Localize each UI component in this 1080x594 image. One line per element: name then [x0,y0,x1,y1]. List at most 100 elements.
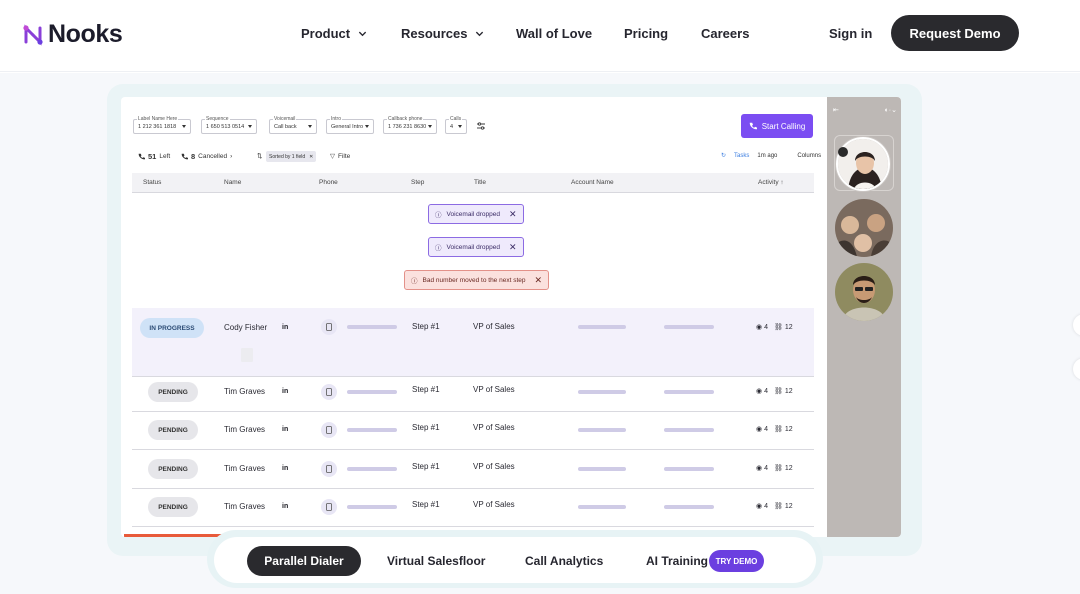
link-icon: ⛓ [774,324,783,331]
dialer-app-screenshot: 1 212 361 1818 Label Name Here 1 650 513… [121,97,901,537]
linkedin-icon[interactable]: in [282,426,288,433]
participant-avatar[interactable] [835,263,893,321]
col-activity[interactable]: Activity ↑ [758,179,784,186]
sequence-field-value: 1 650 513 0514 [206,124,245,130]
tab-virtual-salesfloor[interactable]: Virtual Salesfloor [387,554,485,568]
tab-ai-training[interactable]: AI Training [646,554,708,568]
nav-resources[interactable]: Resources [401,26,484,41]
account-placeholder-bar [578,505,626,509]
tune-settings-icon[interactable] [476,121,486,131]
placeholder-box [241,348,253,362]
close-icon[interactable]: ✕ [509,242,517,253]
table-header: Status Name Phone Step Title Account Nam… [132,173,814,193]
nav-product-label: Product [301,26,351,41]
views-count: 4 [764,502,769,510]
account-placeholder-bar [664,467,714,471]
nav-wall-of-love[interactable]: Wall of Love [516,26,592,41]
col-name[interactable]: Name [224,179,241,186]
try-demo-badge[interactable]: TRY DEMO [709,550,764,572]
sequence-field-label: Sequence [205,116,230,122]
status-badge: PENDING [148,420,198,440]
title-cell: VP of Sales [473,462,515,471]
top-navbar: Nooks Product Resources Wall of Love Pri… [0,0,1080,72]
tab-parallel-dialer[interactable]: Parallel Dialer [247,546,361,576]
mic-icon[interactable]: ◐·⌄ [885,106,897,114]
refresh-icon[interactable]: ↻ [721,152,726,159]
col-phone[interactable]: Phone [319,179,338,186]
links-count: 12 [784,387,793,395]
chevron-down-icon [358,31,367,37]
phone-icon[interactable] [321,422,337,438]
participant-avatar[interactable] [835,199,893,257]
views-count: 4 [764,425,769,433]
account-placeholder-bar [578,390,626,394]
contact-name[interactable]: Cody Fisher [224,323,267,332]
linkedin-icon[interactable]: in [282,465,288,472]
nav-careers[interactable]: Careers [701,26,749,41]
account-placeholder-bar [664,325,714,329]
close-icon[interactable]: ✕ [534,275,542,286]
info-icon: ⓘ [435,245,442,252]
close-icon[interactable]: ✕ [509,209,517,220]
table-row[interactable]: PENDING Tim Graves in Step #1 VP of Sale… [132,412,814,450]
phone-icon[interactable] [321,384,337,400]
nooks-logo[interactable]: Nooks [22,20,123,49]
linkedin-icon[interactable]: in [282,503,288,510]
eye-icon: ◉ [756,426,763,433]
account-placeholder-bar [578,428,626,432]
sort-icon[interactable]: ⇅ [257,152,262,160]
linkedin-icon[interactable]: in [282,388,288,395]
request-demo-button[interactable]: Request Demo [891,15,1019,51]
tab-call-analytics[interactable]: Call Analytics [525,554,603,568]
contact-name[interactable]: Tim Graves [224,464,265,473]
table-row[interactable]: PENDING Tim Graves in Step #1 VP of Sale… [132,377,814,412]
phone-icon[interactable] [321,499,337,515]
video-call-panel: ⇤ ◐·⌄ [827,97,901,537]
nav-pricing[interactable]: Pricing [624,26,668,41]
sort-chip[interactable]: Sorted by 1 field ✕ [266,151,317,162]
filter-button[interactable]: ▽ Filte [330,152,350,161]
contact-name[interactable]: Tim Graves [224,502,265,511]
sort-chip-label: Sorted by 1 field [269,153,306,160]
phone-placeholder-bar [347,390,397,394]
links-count: 12 [784,464,793,472]
table-row[interactable]: IN PROGRESS Cody Fisher in Step #1 VP of… [132,308,814,377]
collapse-icon[interactable]: ⇤ [833,106,839,114]
close-icon[interactable]: ✕ [309,154,313,160]
table-row[interactable]: PENDING Tim Graves in Step #1 VP of Sale… [132,489,814,527]
intro-field-value: General Intro [331,124,364,130]
eye-icon: ◉ [756,324,763,331]
linkedin-icon[interactable]: in [282,324,288,331]
col-step[interactable]: Step [411,179,424,186]
start-calling-label: Start Calling [761,121,806,131]
participant-avatar[interactable] [836,137,890,191]
nav-product[interactable]: Product [301,26,367,41]
activity-meta: ◉ 4 ⛓ 12 [756,387,793,396]
col-status[interactable]: Status [143,179,161,186]
phone-missed-icon [181,153,188,160]
col-activity-label: Activity [758,179,779,186]
link-icon: ⛓ [774,465,783,472]
step-cell: Step #1 [412,462,440,471]
chevron-down-icon [476,31,484,37]
callback-phone-field-value: 1 736 231 8630 [388,124,427,130]
link-icon: ⛓ [774,426,783,433]
phone-icon[interactable] [321,319,337,335]
table-row[interactable]: PENDING Tim Graves in Step #1 VP of Sale… [132,450,814,489]
sign-in-link[interactable]: Sign in [829,26,872,41]
status-badge: PENDING [148,459,198,479]
cancelled-counter[interactable]: 8 Cancelled › [181,152,232,161]
step-cell: Step #1 [412,322,440,331]
col-title[interactable]: Title [474,179,486,186]
col-account-name[interactable]: Account Name [571,179,614,186]
title-cell: VP of Sales [473,423,515,432]
start-calling-button[interactable]: Start Calling [741,114,813,138]
contact-name[interactable]: Tim Graves [224,387,265,396]
tasks-label[interactable]: Tasks [734,153,749,159]
contact-name[interactable]: Tim Graves [224,425,265,434]
columns-button[interactable]: Columns [797,153,821,159]
eye-icon: ◉ [756,465,763,472]
phone-icon[interactable] [321,461,337,477]
views-count: 4 [764,387,769,395]
caret-down-icon [308,125,312,128]
